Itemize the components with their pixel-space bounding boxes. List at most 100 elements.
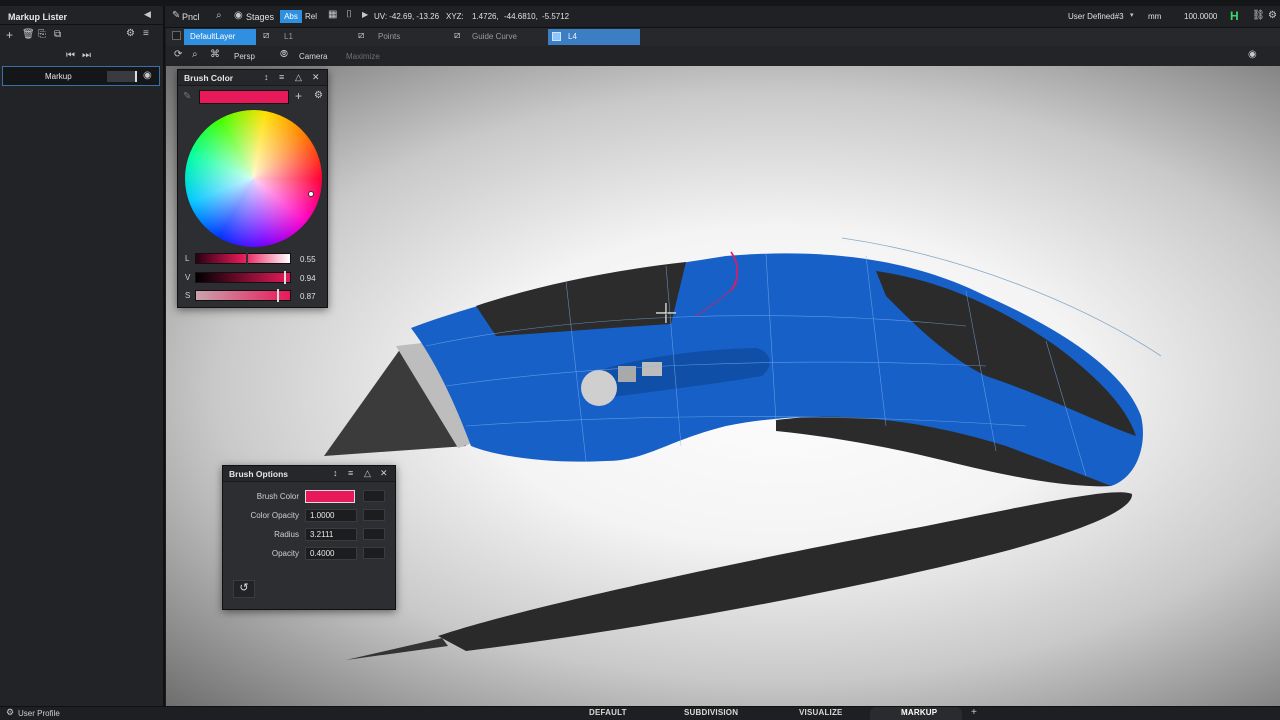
tab-default[interactable]: DEFAULT	[589, 708, 627, 717]
v-label: V	[185, 273, 191, 282]
play-icon[interactable]: ▶	[362, 10, 368, 19]
layer-l4-bg	[548, 29, 640, 45]
reset-icon[interactable]: ↺	[233, 580, 255, 598]
eye-icon[interactable]: ◉	[1248, 49, 1257, 60]
pencil-slash-icon[interactable]: ⧄	[263, 30, 269, 41]
layer-points[interactable]: Points	[372, 29, 446, 45]
last-frame-icon[interactable]: ⏭	[82, 50, 91, 61]
grip-top-dark	[476, 262, 686, 336]
eyedropper-icon[interactable]: ✎	[183, 91, 191, 102]
close-icon[interactable]: ✕	[380, 468, 388, 479]
zoom-icon[interactable]: ⌕	[192, 49, 198, 60]
color-opacity-slider[interactable]	[363, 509, 385, 521]
first-frame-icon[interactable]: ⏮	[66, 50, 75, 61]
visibility-eye-icon[interactable]: ◉	[143, 70, 152, 81]
layer-l4[interactable]: L4	[568, 32, 577, 41]
v-slider-handle[interactable]	[284, 271, 286, 284]
top-toolbar: ✎ Pncl ⌕ ◉ Stages Abs Rel ▦ ⌷ ▶ UV: -42.…	[0, 6, 1280, 28]
close-icon[interactable]: ✕	[312, 72, 320, 83]
layer-guide-curve[interactable]: Guide Curve	[466, 29, 544, 45]
tab-markup[interactable]: MARKUP	[901, 708, 937, 717]
pencil-slash-icon-2[interactable]: ⧄	[358, 30, 364, 41]
brush-color-swatch[interactable]	[305, 490, 355, 503]
pencil-icon[interactable]: ✎	[172, 10, 180, 21]
abs-toggle[interactable]: Abs	[280, 10, 302, 23]
s-value[interactable]: 0.87	[300, 292, 316, 301]
color-swatch[interactable]	[199, 90, 289, 104]
radius-slider[interactable]	[363, 528, 385, 540]
menu-icon[interactable]: ≡	[348, 468, 353, 478]
layer-l1[interactable]: L1	[278, 29, 348, 45]
viewport-canvas	[324, 237, 1162, 660]
stages-button[interactable]: Stages	[246, 12, 274, 22]
tab-subdivision[interactable]: SUBDIVISION	[684, 708, 738, 717]
layer-default[interactable]: DefaultLayer	[184, 29, 256, 45]
color-wheel-handle[interactable]	[308, 191, 314, 197]
gear-icon[interactable]: ⚙	[1268, 10, 1277, 21]
fit-icon[interactable]: ⌘	[210, 49, 220, 60]
opacity-slider[interactable]	[363, 547, 385, 559]
resize-icon[interactable]: ↕	[333, 468, 338, 478]
opacity-slider[interactable]	[107, 71, 137, 82]
trash-icon[interactable]: 🗑	[22, 29, 35, 40]
divider	[0, 24, 163, 25]
rel-toggle[interactable]: Rel	[305, 12, 317, 21]
l-value[interactable]: 0.55	[300, 255, 316, 264]
l-slider[interactable]	[195, 253, 291, 264]
add-tab-icon[interactable]: +	[971, 707, 977, 718]
collapse-icon[interactable]: ◀	[144, 9, 151, 20]
color-settings-icon[interactable]: ⚙	[314, 90, 323, 101]
radius-field[interactable]: 3.2111	[305, 528, 357, 541]
color-wheel[interactable]	[185, 110, 322, 247]
settings-icon[interactable]: ⚙	[126, 28, 135, 39]
persp-label[interactable]: Persp	[234, 52, 255, 61]
v-slider[interactable]	[195, 272, 291, 283]
s-label: S	[185, 291, 191, 300]
units-select[interactable]: mm	[1148, 12, 1161, 21]
duplicate-icon[interactable]: ⧉	[54, 29, 61, 40]
search-icon[interactable]: ⌕	[216, 10, 222, 21]
brush-options-panel: Brush Options ↕ ≡ △ ✕ Brush Color Color …	[222, 465, 396, 610]
markup-list-item[interactable]: Markup ◉	[2, 66, 160, 86]
opacity-field[interactable]: 0.4000	[305, 547, 357, 560]
xyz-label: XYZ:	[446, 12, 464, 21]
construction-plane-select[interactable]: User Defined#3	[1068, 12, 1124, 21]
opacity-slider-handle[interactable]	[135, 71, 137, 82]
stages-icon[interactable]: ◉	[234, 10, 243, 21]
refresh-view-icon[interactable]: ⟳	[174, 49, 182, 60]
camera-icon[interactable]: ⦾	[280, 49, 288, 60]
pencil-slash-icon-3[interactable]: ⧄	[454, 30, 460, 41]
menu-icon[interactable]: ≡	[143, 28, 149, 39]
brush-color-slider[interactable]	[363, 490, 385, 502]
gear-icon[interactable]: ⚙	[6, 707, 14, 718]
maximize-label[interactable]: Maximize	[346, 52, 380, 61]
history-h-icon[interactable]: H	[1230, 9, 1239, 23]
grid-icon[interactable]: ▦	[328, 9, 337, 20]
brush-color-label: Brush Color	[256, 492, 299, 501]
scale-field[interactable]: 100.0000	[1184, 12, 1217, 21]
add-icon[interactable]: +	[6, 28, 13, 42]
tab-visualize[interactable]: VISUALIZE	[799, 708, 843, 717]
brush-color-header[interactable]: Brush Color ↕ ≡ △ ✕	[178, 70, 327, 86]
link-icon[interactable]: ⛓	[1252, 10, 1265, 21]
3d-viewport[interactable]	[166, 66, 1280, 706]
add-color-icon[interactable]: +	[295, 89, 302, 103]
brush-options-title: Brush Options	[229, 469, 289, 479]
pin-icon[interactable]: △	[295, 72, 302, 83]
s-slider-handle[interactable]	[277, 289, 279, 302]
resize-icon[interactable]: ↕	[264, 72, 269, 82]
user-profile-label[interactable]: User Profile	[18, 709, 60, 718]
pencil-label[interactable]: Pncl	[182, 12, 200, 22]
camera-label[interactable]: Camera	[299, 52, 327, 61]
chevron-down-icon[interactable]: ▾	[1130, 11, 1134, 19]
bracket-icon[interactable]: ⌷	[346, 9, 352, 20]
layer-l4-swatch[interactable]	[552, 32, 561, 41]
v-value[interactable]: 0.94	[300, 274, 316, 283]
l-slider-handle[interactable]	[246, 252, 248, 265]
brush-options-header[interactable]: Brush Options ↕ ≡ △ ✕	[223, 466, 395, 482]
export-icon[interactable]: ⎘	[38, 29, 46, 40]
menu-icon[interactable]: ≡	[279, 72, 284, 82]
pin-icon[interactable]: △	[364, 468, 371, 479]
layer-checkbox[interactable]	[172, 31, 181, 40]
color-opacity-field[interactable]: 1.0000	[305, 509, 357, 522]
